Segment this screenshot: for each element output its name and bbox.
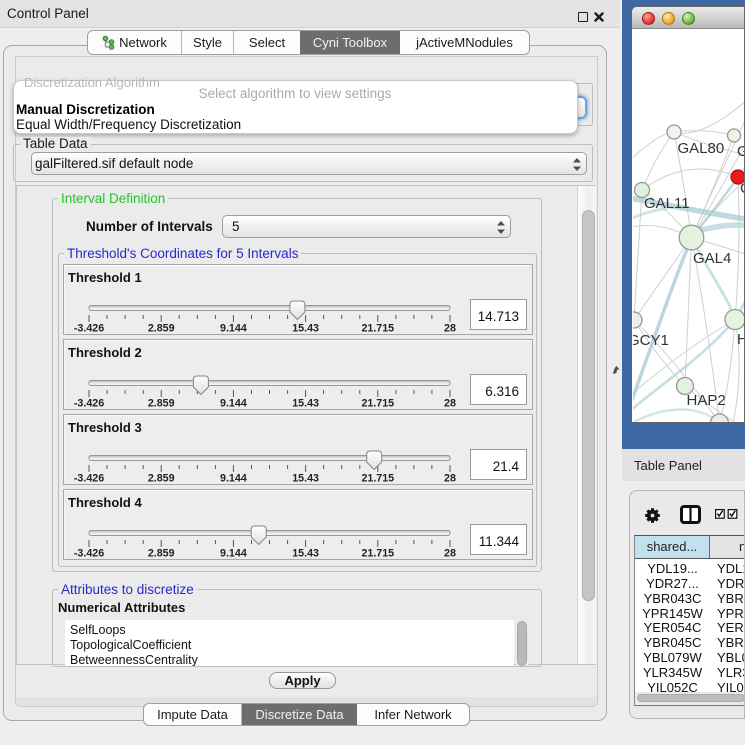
- svg-text:21.715: 21.715: [361, 548, 394, 560]
- svg-text:CY: CY: [740, 180, 745, 197]
- svg-text:28: 28: [444, 548, 456, 560]
- svg-text:28: 28: [444, 398, 456, 410]
- svg-text:2.859: 2.859: [148, 323, 175, 335]
- svg-text:HAP2: HAP2: [687, 392, 726, 409]
- svg-text:21.715: 21.715: [361, 323, 394, 335]
- svg-text:2.859: 2.859: [148, 473, 175, 485]
- svg-text:-3.426: -3.426: [74, 323, 104, 335]
- svg-text:-3.426: -3.426: [74, 398, 104, 410]
- svg-text:2.859: 2.859: [148, 548, 175, 560]
- svg-text:GAL4: GAL4: [693, 250, 731, 267]
- svg-text:GA: GA: [737, 143, 745, 160]
- svg-text:15.43: 15.43: [292, 323, 319, 335]
- svg-text:9.144: 9.144: [220, 323, 247, 335]
- svg-text:21.715: 21.715: [361, 473, 394, 485]
- svg-text:9.144: 9.144: [220, 398, 247, 410]
- svg-text:9.144: 9.144: [220, 473, 247, 485]
- svg-text:GAL80: GAL80: [678, 140, 725, 157]
- svg-text:HA: HA: [737, 331, 745, 348]
- svg-text:9.144: 9.144: [220, 548, 247, 560]
- svg-text:-3.426: -3.426: [74, 548, 104, 560]
- svg-text:28: 28: [444, 323, 456, 335]
- svg-text:15.43: 15.43: [292, 473, 319, 485]
- svg-text:2.859: 2.859: [148, 398, 175, 410]
- svg-text:21.715: 21.715: [361, 398, 394, 410]
- svg-text:28: 28: [444, 473, 456, 485]
- svg-text:-3.426: -3.426: [74, 473, 104, 485]
- svg-text:15.43: 15.43: [292, 398, 319, 410]
- svg-text:GCY1: GCY1: [633, 332, 669, 349]
- svg-text:GAL11: GAL11: [644, 195, 690, 212]
- svg-text:15.43: 15.43: [292, 548, 319, 560]
